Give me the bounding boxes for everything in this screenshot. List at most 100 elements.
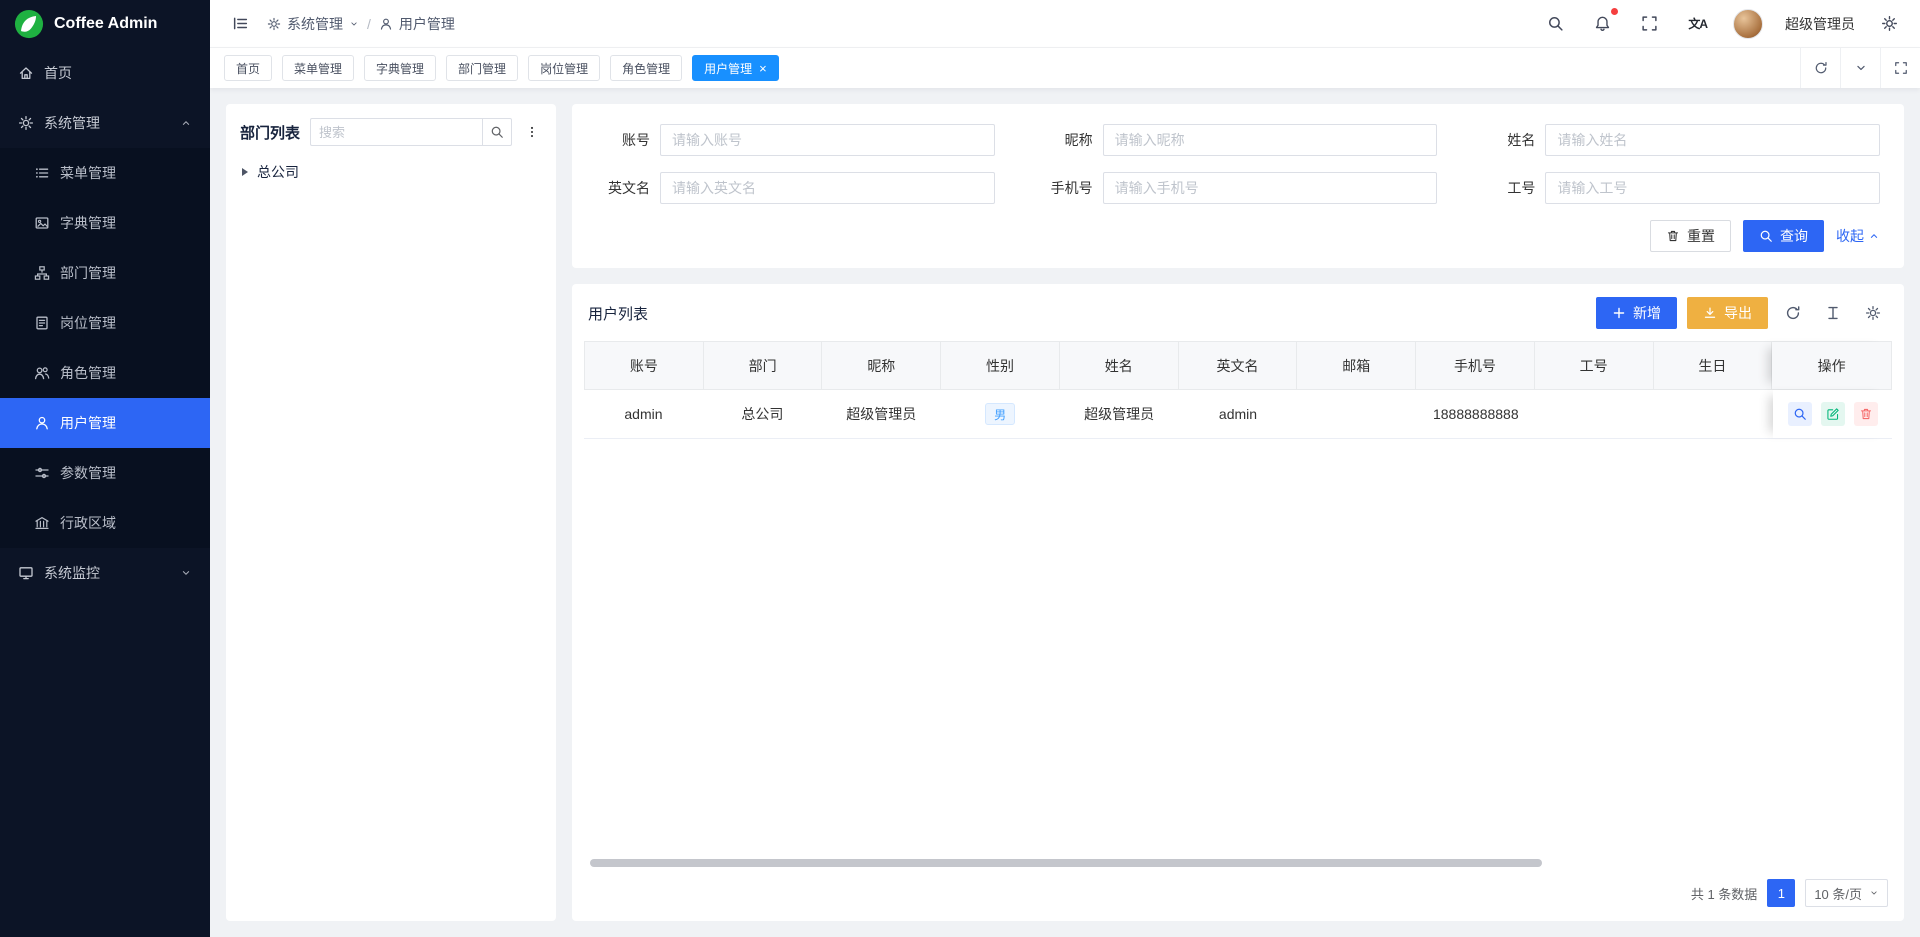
field-label: 昵称: [1039, 130, 1103, 150]
horizontal-scrollbar-thumb[interactable]: [590, 859, 1542, 867]
search-icon: [490, 125, 504, 139]
search-filter-card: 账号 昵称 姓名 英文名: [572, 104, 1904, 268]
field-label: 英文名: [596, 178, 660, 198]
sidebar-item-system-monitor[interactable]: 系统监控: [0, 548, 210, 598]
bell-icon: [1594, 15, 1611, 32]
pagination-bar: 共 1 条数据 1 10 条/页: [584, 875, 1892, 915]
gear-icon: [18, 115, 34, 131]
tab-dept-management[interactable]: 部门管理: [446, 55, 518, 81]
fullscreen-button[interactable]: [1637, 11, 1662, 36]
tab-options-button[interactable]: [1840, 48, 1880, 88]
chevron-up-icon: [180, 117, 192, 129]
tab-post-management[interactable]: 岗位管理: [528, 55, 600, 81]
org-tree-icon: [34, 265, 50, 281]
field-label: 姓名: [1481, 130, 1545, 150]
breadcrumb-separator: /: [367, 16, 371, 32]
page-number-button[interactable]: 1: [1767, 879, 1795, 907]
breadcrumb: 系统管理 / 用户管理: [267, 14, 455, 34]
edit-icon: [1826, 407, 1840, 421]
tab-dict-management[interactable]: 字典管理: [364, 55, 436, 81]
gear-icon: [1865, 305, 1881, 321]
user-icon: [34, 415, 50, 431]
department-search-input[interactable]: [310, 118, 482, 146]
department-search-button[interactable]: [482, 118, 512, 146]
menu-list-icon: [34, 165, 50, 181]
tab-role-management[interactable]: 角色管理: [610, 55, 682, 81]
column-header-job-no: 工号: [1535, 342, 1654, 389]
vertical-dots-icon: [525, 125, 539, 139]
notifications-button[interactable]: [1590, 11, 1615, 36]
chevron-up-icon: [1868, 230, 1880, 242]
department-more-button[interactable]: [522, 118, 542, 146]
column-header-name: 姓名: [1060, 342, 1179, 389]
user-list-title: 用户列表: [588, 303, 1586, 324]
view-user-button[interactable]: [1788, 402, 1812, 426]
sidebar-item-label: 字典管理: [60, 213, 116, 233]
chevron-down-icon: [180, 567, 192, 579]
close-tab-icon[interactable]: ×: [759, 62, 767, 75]
sidebar-item-role-management[interactable]: 角色管理: [0, 348, 210, 398]
sidebar-item-dict-management[interactable]: 字典管理: [0, 198, 210, 248]
collapse-sidebar-button[interactable]: [228, 11, 253, 36]
delete-user-button[interactable]: [1854, 402, 1878, 426]
sidebar-item-menu-management[interactable]: 菜单管理: [0, 148, 210, 198]
add-user-button[interactable]: 新增: [1596, 297, 1677, 329]
sidebar-item-admin-region[interactable]: 行政区域: [0, 498, 210, 548]
sidebar-item-post-management[interactable]: 岗位管理: [0, 298, 210, 348]
sidebar-item-param-management[interactable]: 参数管理: [0, 448, 210, 498]
sidebar-item-home[interactable]: 首页: [0, 48, 210, 98]
field-job-no: 工号: [1481, 172, 1880, 204]
current-user-name[interactable]: 超级管理员: [1785, 14, 1855, 34]
collapse-filter-link[interactable]: 收起: [1836, 226, 1880, 246]
row-height-button[interactable]: [1818, 298, 1848, 328]
avatar[interactable]: [1733, 9, 1763, 39]
nickname-input[interactable]: [1103, 124, 1438, 156]
filter-fields: 账号 昵称 姓名 英文名: [596, 124, 1880, 204]
language-switch-button[interactable]: 文A: [1684, 11, 1711, 36]
page-size-select[interactable]: 10 条/页: [1805, 879, 1888, 907]
maximize-content-button[interactable]: [1880, 48, 1920, 88]
tab-user-management[interactable]: 用户管理 ×: [692, 55, 779, 81]
user-management-panel: 账号 昵称 姓名 英文名: [572, 104, 1904, 921]
job-no-input[interactable]: [1545, 172, 1880, 204]
breadcrumb-label: 用户管理: [399, 14, 455, 34]
sidebar-item-system-management[interactable]: 系统管理: [0, 98, 210, 148]
filter-actions: 重置 查询 收起: [596, 220, 1880, 252]
english-name-input[interactable]: [660, 172, 995, 204]
cell-email: [1297, 390, 1416, 438]
tree-node-head-office[interactable]: 总公司: [240, 162, 542, 182]
tab-home[interactable]: 首页: [224, 55, 272, 81]
column-settings-button[interactable]: [1858, 298, 1888, 328]
tab-menu-management[interactable]: 菜单管理: [282, 55, 354, 81]
name-input[interactable]: [1545, 124, 1880, 156]
account-input[interactable]: [660, 124, 995, 156]
refresh-tab-button[interactable]: [1800, 48, 1840, 88]
cell-department: 总公司: [703, 390, 822, 438]
export-button[interactable]: 导出: [1687, 297, 1768, 329]
sidebar-item-user-management[interactable]: 用户管理: [0, 398, 210, 448]
gear-icon: [267, 17, 281, 31]
trash-icon: [1666, 229, 1680, 243]
sidebar-item-label: 部门管理: [60, 263, 116, 283]
phone-input[interactable]: [1103, 172, 1438, 204]
global-search-button[interactable]: [1543, 11, 1568, 36]
query-button[interactable]: 查询: [1743, 220, 1824, 252]
caret-right-icon[interactable]: [242, 168, 248, 176]
field-label: 账号: [596, 130, 660, 150]
cell-english-name: admin: [1179, 390, 1298, 438]
users-icon: [34, 365, 50, 381]
sliders-icon: [34, 465, 50, 481]
cell-birthday: [1654, 390, 1773, 438]
user-list-toolbar: 用户列表 新增 导出: [584, 284, 1892, 341]
refresh-list-button[interactable]: [1778, 298, 1808, 328]
sidebar-item-dept-management[interactable]: 部门管理: [0, 248, 210, 298]
breadcrumb-user-management[interactable]: 用户管理: [379, 14, 455, 34]
app-logo: Coffee Admin: [0, 0, 210, 48]
search-icon: [1793, 407, 1807, 421]
notification-badge-dot: [1611, 8, 1618, 15]
breadcrumb-system-management[interactable]: 系统管理: [267, 14, 359, 34]
settings-button[interactable]: [1877, 11, 1902, 36]
reset-button[interactable]: 重置: [1650, 220, 1731, 252]
field-phone: 手机号: [1039, 172, 1438, 204]
edit-user-button[interactable]: [1821, 402, 1845, 426]
